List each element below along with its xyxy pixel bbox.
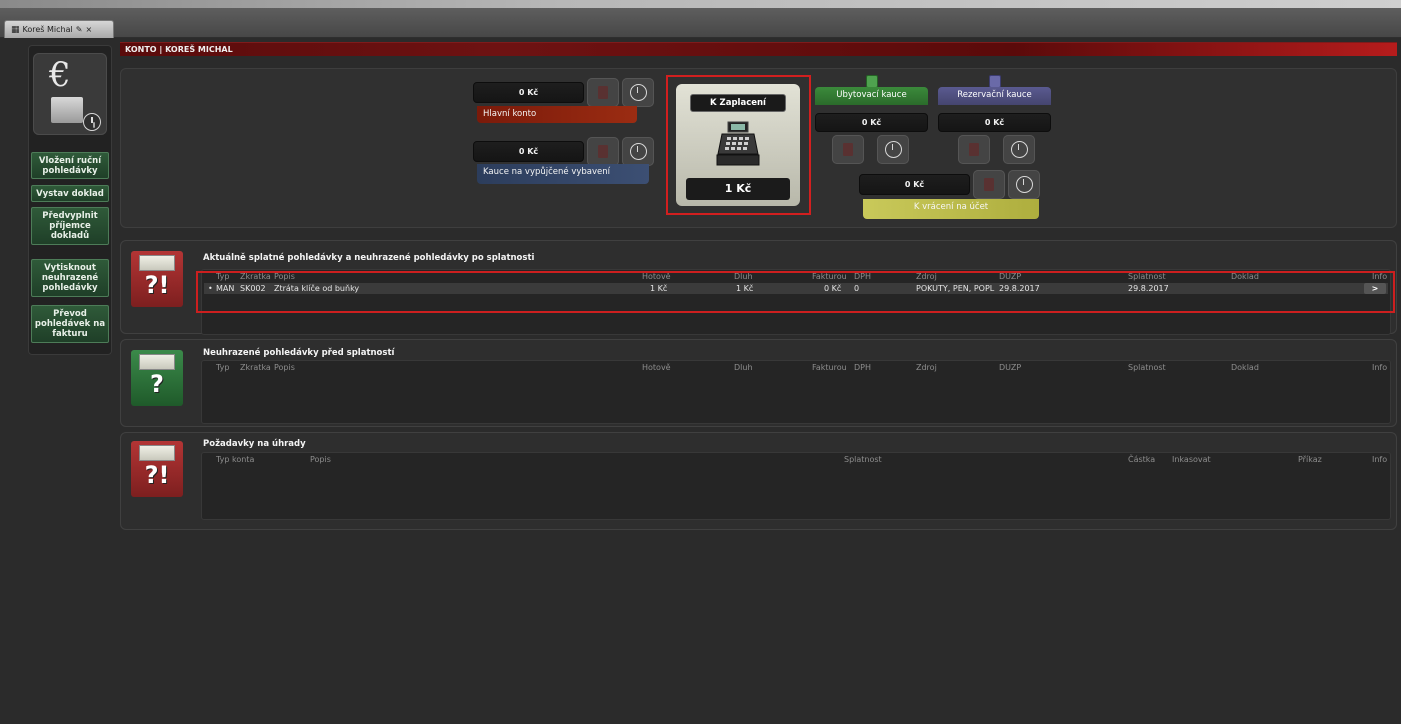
refund-register-button[interactable] bbox=[973, 170, 1005, 199]
col-popis[interactable]: Popis bbox=[310, 455, 331, 464]
col-info[interactable]: Info bbox=[1372, 363, 1387, 372]
refund-amount: 0 Kč bbox=[859, 174, 970, 195]
tab-bar: ▦ Koreš Michal ✎ × bbox=[0, 8, 1401, 38]
pin-icon[interactable]: ✎ bbox=[76, 25, 83, 34]
payment-requests-section: ?! Požadavky na úhrady Typ konta Popis S… bbox=[120, 432, 1397, 530]
payment-requests-grid: Typ konta Popis Splatnost Částka Inkasov… bbox=[201, 452, 1391, 520]
not-due-claims-section: ? Neuhrazené pohledávky před splatností … bbox=[120, 339, 1397, 427]
row-highlight bbox=[196, 271, 1395, 313]
window-top-strip bbox=[0, 0, 1401, 8]
accommodation-history-button[interactable] bbox=[877, 135, 909, 164]
prefill-recipient-button[interactable]: Předvyplnit příjemce dokladů bbox=[31, 207, 109, 245]
clock-icon bbox=[1010, 141, 1028, 158]
payment-requests-title: Požadavky na úhrady bbox=[203, 439, 306, 449]
due-claims-icon: ?! bbox=[131, 251, 183, 307]
banknote-icon bbox=[139, 354, 175, 370]
accommodation-deposit-amount: 0 Kč bbox=[815, 113, 928, 132]
refund-history-button[interactable] bbox=[1008, 170, 1040, 199]
main-account-label: Hlavní konto bbox=[477, 106, 637, 123]
deposit-history-button[interactable] bbox=[622, 137, 654, 166]
cash-register-icon bbox=[716, 121, 760, 166]
accounts-panel: 0 Kč Hlavní konto 0 Kč Kauce na vypůjčen… bbox=[120, 68, 1397, 228]
breadcrumb: KONTO | KOREŠ MICHAL bbox=[125, 45, 233, 54]
col-typ-konta[interactable]: Typ konta bbox=[216, 455, 254, 464]
tab-account[interactable]: ▦ Koreš Michal ✎ × bbox=[4, 20, 114, 38]
reservation-deposit-title: Rezervační kauce bbox=[938, 87, 1051, 105]
register-icon bbox=[598, 145, 608, 158]
clock-icon bbox=[884, 141, 902, 158]
col-zdroj[interactable]: Zdroj bbox=[916, 363, 937, 372]
issue-document-button[interactable]: Vystav doklad bbox=[31, 185, 109, 202]
register-icon bbox=[843, 143, 853, 156]
not-due-claims-icon: ? bbox=[131, 350, 183, 406]
clock-icon bbox=[629, 143, 647, 160]
payment-requests-icon: ?! bbox=[131, 441, 183, 497]
accommodation-register-button[interactable] bbox=[832, 135, 864, 164]
cash-register-icon bbox=[51, 97, 83, 123]
not-due-claims-title: Neuhrazené pohledávky před splatností bbox=[203, 348, 395, 358]
account-history-tile[interactable]: € bbox=[33, 53, 107, 135]
left-panel: € Vložení ruční pohledávky Vystav doklad… bbox=[28, 45, 112, 355]
page-header-bar: KONTO | KOREŠ MICHAL bbox=[120, 42, 1397, 56]
deposit-amount: 0 Kč bbox=[473, 141, 584, 162]
euro-icon: € bbox=[49, 55, 71, 95]
banknote-icon bbox=[139, 255, 175, 271]
col-typ[interactable]: Typ bbox=[216, 363, 229, 372]
col-fakturou[interactable]: Fakturou bbox=[812, 363, 847, 372]
col-doklad[interactable]: Doklad bbox=[1231, 363, 1259, 372]
due-claims-title: Aktuálně splatné pohledávky a neuhrazené… bbox=[203, 253, 535, 263]
col-inkasovat[interactable]: Inkasovat bbox=[1172, 455, 1211, 464]
question-mark: ? bbox=[150, 370, 164, 398]
col-dluh[interactable]: Dluh bbox=[734, 363, 753, 372]
close-icon[interactable]: × bbox=[85, 25, 92, 34]
register-icon bbox=[969, 143, 979, 156]
reservation-register-button[interactable] bbox=[958, 135, 990, 164]
accommodation-deposit-title: Ubytovací kauce bbox=[815, 87, 928, 105]
register-icon bbox=[984, 178, 994, 191]
clock-icon bbox=[629, 84, 647, 101]
col-duzp[interactable]: DUZP bbox=[999, 363, 1021, 372]
main-account-history-button[interactable] bbox=[622, 78, 654, 107]
register-icon: ▦ bbox=[11, 24, 20, 35]
insert-manual-claim-button[interactable]: Vložení ruční pohledávky bbox=[31, 152, 109, 179]
col-popis[interactable]: Popis bbox=[274, 363, 295, 372]
print-unpaid-button[interactable]: Vytisknout neuhrazené pohledávky bbox=[31, 259, 109, 297]
to-pay-amount: 1 Kč bbox=[686, 178, 790, 200]
not-due-claims-grid: Typ Zkratka Popis Hotově Dluh Fakturou D… bbox=[201, 360, 1391, 424]
col-castka[interactable]: Částka bbox=[1128, 455, 1155, 464]
col-dph[interactable]: DPH bbox=[854, 363, 871, 372]
tab-title: Koreš Michal bbox=[22, 25, 73, 34]
deposit-label: Kauce na vypůjčené vybavení bbox=[477, 164, 649, 184]
register-icon bbox=[598, 86, 608, 99]
reservation-history-button[interactable] bbox=[1003, 135, 1035, 164]
warning-mark: ?! bbox=[144, 461, 170, 489]
transfer-to-invoice-button[interactable]: Převod pohledávek na fakturu bbox=[31, 305, 109, 343]
col-info[interactable]: Info bbox=[1372, 455, 1387, 464]
warning-mark: ?! bbox=[144, 271, 170, 299]
to-pay-tile[interactable]: K Zaplacení 1 Kč bbox=[676, 84, 800, 206]
banknote-icon bbox=[139, 445, 175, 461]
to-pay-title: K Zaplacení bbox=[690, 94, 786, 112]
deposit-register-button[interactable] bbox=[587, 137, 619, 166]
col-splatnost[interactable]: Splatnost bbox=[844, 455, 882, 464]
clock-icon bbox=[83, 113, 101, 131]
main-account-register-button[interactable] bbox=[587, 78, 619, 107]
refund-label: K vrácení na účet bbox=[863, 199, 1039, 219]
col-splatnost[interactable]: Splatnost bbox=[1128, 363, 1166, 372]
reservation-deposit-amount: 0 Kč bbox=[938, 113, 1051, 132]
col-hotove[interactable]: Hotově bbox=[642, 363, 671, 372]
col-zkratka[interactable]: Zkratka bbox=[240, 363, 271, 372]
to-pay-highlight: K Zaplacení 1 Kč bbox=[666, 75, 811, 215]
clock-icon bbox=[1015, 176, 1033, 193]
main-account-amount: 0 Kč bbox=[473, 82, 584, 103]
col-prikaz[interactable]: Příkaz bbox=[1298, 455, 1322, 464]
